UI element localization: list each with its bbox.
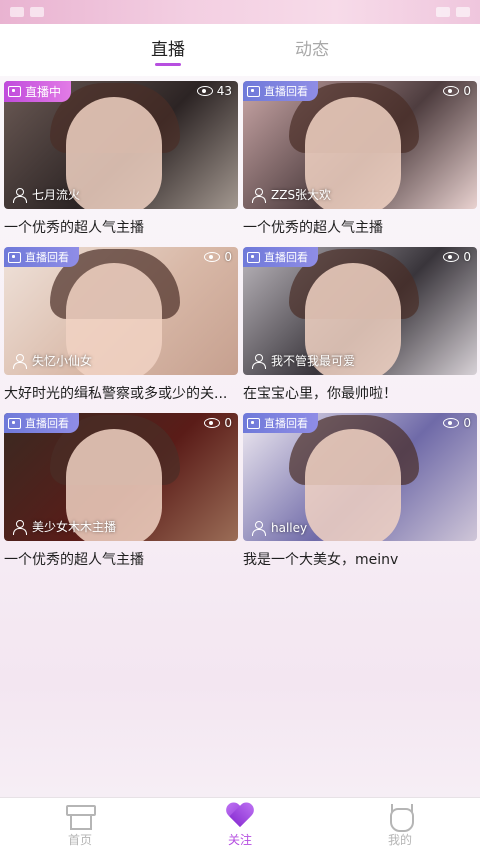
nav-follow-label: 关注 [227,833,252,847]
stream-thumbnail[interactable]: 直播回看 0 ZZS张大欢 [243,81,477,209]
user-icon [12,519,27,535]
stream-thumbnail[interactable]: 直播中 43 七月流火 [4,81,238,209]
stream-title: 一个优秀的超人气主播 [243,220,383,236]
stream-card[interactable]: 直播中 43 七月流火 一个优秀的超人气主播 [4,81,238,247]
status-right [436,7,470,17]
badge-label: 直播回看 [264,85,308,98]
user-icon [251,187,266,203]
viewer-count-value: 0 [463,84,471,98]
replay-badge: 直播回看 [243,247,318,267]
viewer-count: 0 [443,84,471,98]
nav-follow[interactable]: 关注 [180,803,300,848]
eye-icon [196,86,213,96]
home-icon [65,803,96,830]
stream-thumbnail[interactable]: 直播回看 0 halley [243,413,477,541]
stream-card[interactable]: 直播回看 0 ZZS张大欢 一个优秀的超人气主播 [243,81,477,247]
tab-feed-label: 动态 [295,40,329,60]
user-icon [12,353,27,369]
viewer-count-value: 0 [463,250,471,264]
stream-card[interactable]: 直播回看 0 halley 我是一个大美女，meinv [243,413,477,579]
stream-title: 我是一个大美女，meinv [243,552,399,568]
eye-icon [204,252,221,262]
nav-home-label: 首页 [67,833,92,847]
viewer-count: 0 [204,416,232,430]
eye-icon [443,86,460,96]
replay-icon [8,251,21,263]
viewer-count: 0 [443,416,471,430]
stream-thumbnail[interactable]: 直播回看 0 美少女木木主播 [4,413,238,541]
host-info: 失忆小仙女 [12,352,92,369]
user-icon [12,187,27,203]
bottom-nav: 首页 关注 我的 [0,797,480,853]
stream-card[interactable]: 直播回看 0 失忆小仙女 大好时光的缉私警察或多或少的关... [4,247,238,413]
heart-icon [226,803,254,829]
notification-icon [30,7,44,17]
host-info: halley [251,521,308,536]
thumbnail-face [66,97,162,209]
tab-feed[interactable]: 动态 [295,24,329,76]
replay-icon [8,417,21,429]
viewer-count-value: 0 [224,250,232,264]
host-info: ZZS张大欢 [251,186,331,203]
stream-title: 大好时光的缉私警察或多或少的关... [4,386,228,402]
thumbnail-face [305,429,401,541]
stream-title: 一个优秀的超人气主播 [4,552,144,568]
host-info: 美少女木木主播 [12,518,116,535]
replay-icon [247,85,260,97]
replay-badge: 直播回看 [243,81,318,101]
battery-icon [456,7,470,17]
stream-title: 在宝宝心里，你最帅啦！ [243,386,397,402]
replay-icon [247,417,260,429]
viewer-count-value: 0 [463,416,471,430]
badge-label: 直播中 [25,85,62,99]
eye-icon [443,418,460,428]
user-icon [251,521,266,536]
wifi-icon [436,7,450,17]
user-icon [251,353,266,369]
status-bar [0,0,480,24]
host-name: 失忆小仙女 [32,354,93,368]
cat-icon [387,803,414,832]
host-name: 美少女木木主播 [32,520,117,534]
replay-badge: 直播回看 [4,247,79,267]
badge-label: 直播回看 [264,251,308,264]
nav-profile[interactable]: 我的 [340,803,460,848]
nav-profile-label: 我的 [387,833,412,847]
status-left [10,7,44,17]
badge-label: 直播回看 [264,417,308,430]
eye-icon [443,252,460,262]
stream-card[interactable]: 直播回看 0 美少女木木主播 一个优秀的超人气主播 [4,413,238,579]
host-info: 我不管我最可爱 [251,352,355,369]
replay-badge: 直播回看 [4,413,79,433]
replay-icon [247,251,260,263]
top-tabs: 直播 动态 [0,24,480,76]
stream-title: 一个优秀的超人气主播 [4,220,144,236]
badge-label: 直播回看 [25,417,69,430]
viewer-count: 0 [204,250,232,264]
nav-home[interactable]: 首页 [20,803,140,848]
badge-label: 直播回看 [25,251,69,264]
signal-icon [10,7,24,17]
host-name: 我不管我最可爱 [271,354,356,368]
viewer-count: 43 [196,84,232,98]
tab-live-label: 直播 [151,40,185,60]
tv-icon [8,86,21,97]
stream-thumbnail[interactable]: 直播回看 0 失忆小仙女 [4,247,238,375]
live-badge: 直播中 [4,81,72,102]
stream-thumbnail[interactable]: 直播回看 0 我不管我最可爱 [243,247,477,375]
viewer-count: 0 [443,250,471,264]
replay-badge: 直播回看 [243,413,318,433]
host-name: 七月流火 [32,188,81,202]
host-name: halley [271,521,308,535]
viewer-count-value: 0 [224,416,232,430]
stream-grid: 直播中 43 七月流火 一个优秀的超人气主播 直播回看 0 ZZS张大欢 一个优… [4,81,477,579]
stream-card[interactable]: 直播回看 0 我不管我最可爱 在宝宝心里，你最帅啦！ [243,247,477,413]
eye-icon [204,418,221,428]
tab-live[interactable]: 直播 [151,24,185,76]
host-info: 七月流火 [12,186,80,203]
viewer-count-value: 43 [216,84,232,98]
tab-underline [155,63,181,66]
host-name: ZZS张大欢 [271,188,332,202]
